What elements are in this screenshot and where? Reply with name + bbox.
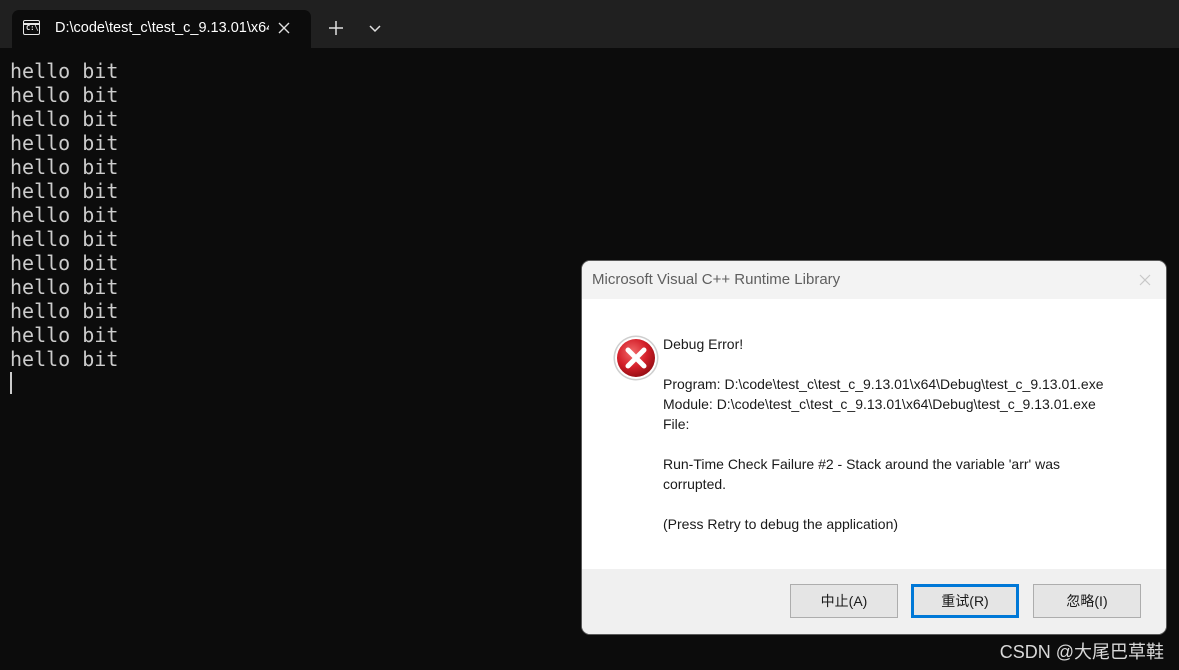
tab-bar: C:\ D:\code\test_c\test_c_9.13.01\x64\De… (0, 0, 1179, 48)
terminal-line: hello bit (10, 131, 119, 155)
terminal-icon: C:\ (23, 20, 40, 35)
retry-button[interactable]: 重试(R) (911, 584, 1019, 618)
text-cursor (10, 372, 12, 394)
terminal-line: hello bit (10, 299, 119, 323)
terminal-window: C:\ D:\code\test_c\test_c_9.13.01\x64\De… (0, 0, 1179, 670)
terminal-line: hello bit (10, 179, 119, 203)
terminal-line: hello bit (10, 203, 119, 227)
close-icon[interactable] (1138, 273, 1152, 287)
terminal-line: hello bit (10, 227, 119, 251)
new-tab-button[interactable] (325, 17, 347, 39)
dialog-title: Microsoft Visual C++ Runtime Library (592, 271, 841, 288)
close-icon[interactable] (277, 21, 291, 35)
tab-active[interactable]: C:\ D:\code\test_c\test_c_9.13.01\x64\De… (12, 10, 311, 48)
dialog-footer: 中止(A) 重试(R) 忽略(I) (582, 569, 1166, 634)
terminal-line: hello bit (10, 83, 119, 107)
terminal-output[interactable]: hello bit hello bit hello bit hello bit … (10, 59, 118, 371)
module-path: Module: D:\code\test_c\test_c_9.13.01\x6… (663, 396, 1096, 412)
terminal-line: hello bit (10, 275, 119, 299)
terminal-line: hello bit (10, 107, 119, 131)
dialog-body: Debug Error! Program: D:\code\test_c\tes… (582, 299, 1166, 569)
error-message-line1: Run-Time Check Failure #2 - Stack around… (663, 456, 1060, 472)
terminal-line: hello bit (10, 251, 119, 275)
terminal-line: hello bit (10, 59, 119, 83)
terminal-line: hello bit (10, 155, 119, 179)
watermark: CSDN @大尾巴草鞋 (999, 642, 1164, 662)
terminal-line: hello bit (10, 323, 119, 347)
terminal-line: hello bit (10, 347, 119, 371)
error-dialog: Microsoft Visual C++ Runtime Library Deb… (582, 261, 1166, 634)
ignore-button[interactable]: 忽略(I) (1033, 584, 1141, 618)
file-label: File: (663, 416, 690, 432)
chevron-down-icon[interactable] (364, 17, 386, 39)
error-icon (613, 335, 659, 381)
error-message-line2: corrupted. (663, 476, 727, 492)
error-heading: Debug Error! (663, 336, 744, 352)
dialog-titlebar[interactable]: Microsoft Visual C++ Runtime Library (582, 261, 1166, 299)
program-path: Program: D:\code\test_c\test_c_9.13.01\x… (663, 376, 1104, 392)
tab-title: D:\code\test_c\test_c_9.13.01\x64\Debug\… (55, 20, 269, 36)
abort-button[interactable]: 中止(A) (790, 584, 898, 618)
retry-hint: (Press Retry to debug the application) (663, 516, 899, 532)
